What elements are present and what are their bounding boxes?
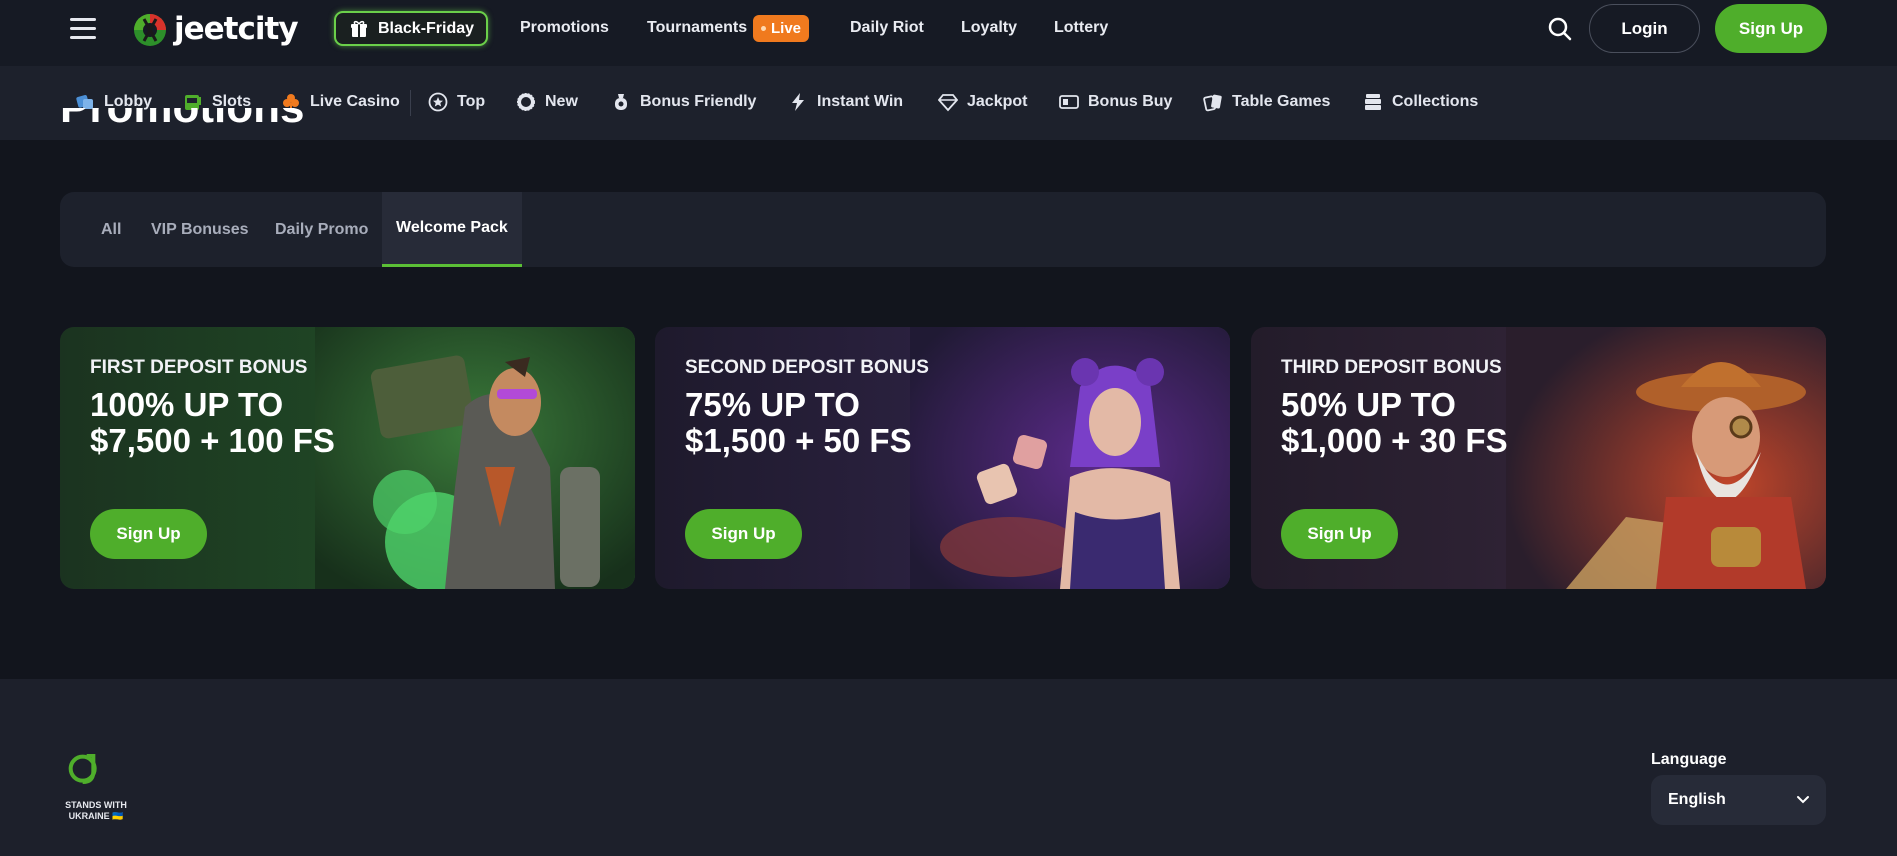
nav-promotions[interactable]: Promotions — [520, 19, 609, 37]
stack-icon — [1365, 94, 1381, 110]
language-value: English — [1668, 791, 1726, 808]
chevron-down-icon — [1797, 796, 1809, 804]
login-button[interactable]: Login — [1589, 4, 1700, 53]
search-icon[interactable] — [1548, 17, 1572, 41]
nav-loyalty[interactable]: Loyalty — [961, 19, 1017, 37]
menu-icon[interactable] — [70, 18, 96, 40]
promo-signup-button[interactable]: Sign Up — [685, 509, 802, 559]
coin-bag-icon — [615, 94, 627, 110]
promo-card-first-deposit: FIRST DEPOSIT BONUS 100% UP TO $7,500 + … — [60, 327, 635, 589]
category-bonus-friendly-label: Bonus Friendly — [640, 93, 757, 110]
cards-icon — [1203, 94, 1222, 112]
category-bonus-friendly[interactable]: Bonus Friendly — [611, 92, 756, 112]
category-new[interactable]: New — [516, 92, 578, 112]
category-table-games[interactable]: Table Games — [1203, 92, 1330, 112]
ukraine-logo-icon — [68, 754, 97, 784]
category-collections-label: Collections — [1392, 93, 1479, 110]
promo-title: 50% UP TO $1,000 + 30 FS — [1281, 386, 1508, 459]
promo-title: 100% UP TO $7,500 + 100 FS — [90, 386, 335, 459]
live-badge-label: Live — [770, 20, 801, 37]
live-badge: Live — [753, 15, 809, 42]
language-label: Language — [1651, 751, 1727, 768]
promo-signup-button[interactable]: Sign Up — [1281, 509, 1398, 559]
star-icon — [428, 92, 448, 112]
soldier-character-image — [315, 327, 635, 589]
category-jackpot-label: Jackpot — [967, 93, 1028, 110]
nav-tournaments[interactable]: Tournaments — [647, 19, 747, 37]
gift-icon — [351, 20, 367, 37]
promo-subtitle: SECOND DEPOSIT BONUS — [685, 357, 929, 378]
category-top[interactable]: Top — [428, 92, 485, 112]
nav-lottery[interactable]: Lottery — [1054, 19, 1108, 37]
language-select[interactable]: English — [1651, 775, 1826, 825]
ukraine-text: STANDS WITH UKRAINE 🇺🇦 — [65, 800, 127, 821]
tab-welcome-pack[interactable]: Welcome Pack — [382, 192, 522, 267]
badge-icon — [517, 93, 535, 111]
cyber-girl-character-image — [910, 327, 1230, 589]
promo-subtitle: THIRD DEPOSIT BONUS — [1281, 357, 1502, 378]
category-instant-win-label: Instant Win — [817, 93, 904, 110]
category-table-games-label: Table Games — [1232, 93, 1331, 110]
tab-all[interactable]: All — [101, 192, 121, 267]
category-bonus-buy-label: Bonus Buy — [1088, 93, 1173, 110]
promo-tabs: All VIP Bonuses Daily Promo Welcome Pack — [60, 192, 1826, 267]
promo-card-second-deposit: SECOND DEPOSIT BONUS 75% UP TO $1,500 + … — [655, 327, 1230, 589]
live-dot-icon — [760, 26, 766, 31]
top-header: jeetcity Black-Friday Promotions Tournam… — [0, 0, 1897, 66]
category-jackpot[interactable]: Jackpot — [938, 92, 1027, 112]
category-separator — [410, 90, 411, 116]
category-new-label: New — [545, 93, 578, 110]
logo-text: jeetcity — [174, 11, 299, 47]
logo-icon — [134, 14, 166, 46]
lightning-icon — [792, 93, 804, 111]
site-logo[interactable]: jeetcity — [130, 6, 299, 52]
diamond-icon — [938, 94, 958, 112]
page-title: Promotions — [60, 108, 304, 150]
black-friday-label: Black-Friday — [378, 19, 475, 37]
promo-subtitle: FIRST DEPOSIT BONUS — [90, 357, 308, 378]
category-bonus-buy[interactable]: Bonus Buy — [1059, 92, 1172, 112]
tab-daily-promo[interactable]: Daily Promo — [275, 192, 368, 267]
footer — [0, 679, 1897, 856]
promo-card-third-deposit: THIRD DEPOSIT BONUS 50% UP TO $1,000 + 3… — [1251, 327, 1826, 589]
black-friday-button[interactable]: Black-Friday — [334, 11, 488, 46]
signup-button[interactable]: Sign Up — [1715, 4, 1827, 53]
category-instant-win[interactable]: Instant Win — [788, 92, 903, 112]
ticket-icon — [1059, 95, 1079, 109]
tab-vip-bonuses[interactable]: VIP Bonuses — [151, 192, 249, 267]
nav-daily-riot[interactable]: Daily Riot — [850, 19, 924, 37]
category-top-label: Top — [457, 93, 486, 110]
category-collections[interactable]: Collections — [1363, 92, 1478, 112]
category-live-casino-label: Live Casino — [310, 93, 400, 110]
cowboy-character-image — [1506, 327, 1826, 589]
promo-signup-button[interactable]: Sign Up — [90, 509, 207, 559]
promo-title: 75% UP TO $1,500 + 50 FS — [685, 386, 912, 459]
